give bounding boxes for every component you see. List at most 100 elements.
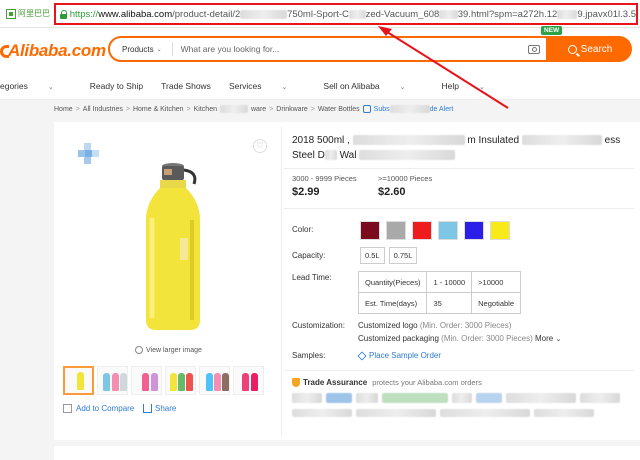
subscribe-trade-alert[interactable]: Subs de Alert [373,105,454,113]
redacted-row [292,409,632,419]
thumbnail-strip [63,366,264,395]
price-tier: 3000 - 9999 Pieces $2.99 [292,174,357,198]
search-icon [567,44,577,54]
color-swatch[interactable] [360,221,380,240]
breadcrumb-ware[interactable]: ware [251,106,266,113]
thumbnail[interactable] [131,366,162,395]
browser-logo-icon [6,8,16,19]
color-swatch[interactable] [464,221,484,240]
custom-logo-text: Customized logo [358,321,418,330]
color-swatch[interactable] [386,221,406,240]
price-range: 3000 - 9999 Pieces [292,174,357,183]
lead-time-table: Quantity(Pieces) 1 - 10000 >10000 Est. T… [357,271,521,314]
table-cell: 1 - 10000 [426,271,473,293]
chevron-down-icon: ⌄ [555,336,562,343]
url-scheme: https:// [69,8,99,20]
search-category-dropdown[interactable]: Products ⌄ [110,42,173,56]
title-text: Steel D [292,150,325,161]
table-cell: Quantity(Pieces) [357,271,428,293]
nav-item-label: egories [0,80,28,91]
thumbnail[interactable] [63,366,94,395]
lead-time-label: Lead Time: [292,273,332,282]
place-sample-label: Place Sample Order [369,351,442,360]
chevron-down-icon: ⌄ [281,83,288,91]
site-header: Alibaba.com Products ⌄ NEW Search [0,26,640,72]
chevron-down-icon: ⌄ [479,83,485,91]
capacity-label: Capacity: [292,251,326,260]
share-button[interactable]: Share [143,404,176,413]
share-icon [143,404,152,413]
url-field[interactable]: https:// www.alibaba.com /product-detail… [54,3,638,25]
table-cell: >10000 [471,271,521,293]
compare-checkbox[interactable] [63,404,72,413]
breadcrumb-kitchen[interactable]: Kitchen [194,106,217,113]
color-swatch[interactable] [438,221,458,240]
nav-item-categories[interactable]: egories ⌄ [0,81,72,91]
place-sample-order[interactable]: Place Sample Order [357,350,442,361]
url-redacted [557,9,578,19]
nav-item-label: Help [441,80,460,91]
search-input[interactable] [172,44,528,54]
subscribe-text-start: Subs [373,105,390,113]
thumbnail[interactable] [97,366,128,395]
add-to-compare-label: Add to Compare [76,404,135,413]
favorite-heart-icon[interactable]: ♡ [253,139,267,153]
more-customization-button[interactable]: More ⌄ [535,334,561,343]
bell-icon [362,105,371,113]
nav-item-trade-shows[interactable]: Trade Shows [161,81,211,91]
title-text: Wal [339,150,357,161]
browser-address-bar: 阿里巴巴 https:// www.alibaba.com /product-d… [0,0,640,28]
url-path-mid2: zed-Vacuum_608 [365,8,440,20]
trade-assurance-title: Trade Assurance [303,378,368,387]
shield-icon [292,378,300,387]
url-redacted [348,9,366,19]
browser-logo[interactable]: 阿里巴巴 [6,8,50,19]
nav-item-sell[interactable]: Sell on Alibaba ⌄ [323,81,423,91]
price-tier: >=10000 Pieces $2.60 [378,174,432,198]
price-value: $2.60 [378,186,406,198]
thumbnail[interactable] [165,366,196,395]
more-label: More [535,334,554,343]
capacity-option[interactable]: 0.5L [360,247,385,264]
color-swatch[interactable] [490,221,510,240]
thumbnail[interactable] [199,366,230,395]
breadcrumb-home[interactable]: Home [54,106,73,113]
table-row: Quantity(Pieces) 1 - 10000 >10000 [357,271,521,293]
view-larger-image[interactable]: View larger image [135,346,202,354]
customization-label: Customization: [292,321,345,330]
nav-item-label: Sell on Alibaba [323,80,380,91]
table-cell: Est. Time(days) [357,292,428,314]
nav-item-help[interactable]: Help ⌄ [442,81,503,91]
subscribe-text-end: de Alert [429,105,454,113]
url-redacted [240,9,288,19]
title-text: 2018 500ml , [292,135,350,146]
redacted [521,135,602,146]
thumbnail[interactable] [233,366,264,395]
price-range: >=10000 Pieces [378,174,433,183]
color-label: Color: [292,225,314,234]
product-image[interactable] [120,160,220,340]
title-text: m Insulated [467,135,520,146]
alibaba-logo[interactable]: Alibaba.com [0,41,106,61]
breadcrumb-water-bottles[interactable]: Water Bottles [318,106,360,113]
capacity-option[interactable]: 0.75L [388,247,418,264]
redacted [389,105,430,113]
breadcrumb-drinkware[interactable]: Drinkware [276,106,308,113]
breadcrumb-all-industries[interactable]: All Industries [83,106,123,113]
custom-logo-moq: (Min. Order: 3000 Pieces) [419,321,512,330]
color-swatch[interactable] [412,221,432,240]
camera-icon[interactable] [528,44,540,54]
zoom-icon [135,346,143,354]
samples-label: Samples: [292,351,326,360]
search-button[interactable]: Search [548,36,632,62]
column-divider [281,127,282,437]
add-to-compare[interactable]: Add to Compare [63,404,134,413]
trade-assurance[interactable]: Trade Assurance protects your Alibaba.co… [292,378,482,387]
nav-item-ready-to-ship[interactable]: Ready to Ship [90,81,143,91]
bottom-panel [54,446,640,460]
nav-item-services[interactable]: Services ⌄ [229,81,305,91]
redacted [352,135,465,146]
breadcrumb-home-kitchen[interactable]: Home & Kitchen [133,106,184,113]
url-host: www.alibaba.com [98,8,173,20]
lock-icon [60,9,67,19]
